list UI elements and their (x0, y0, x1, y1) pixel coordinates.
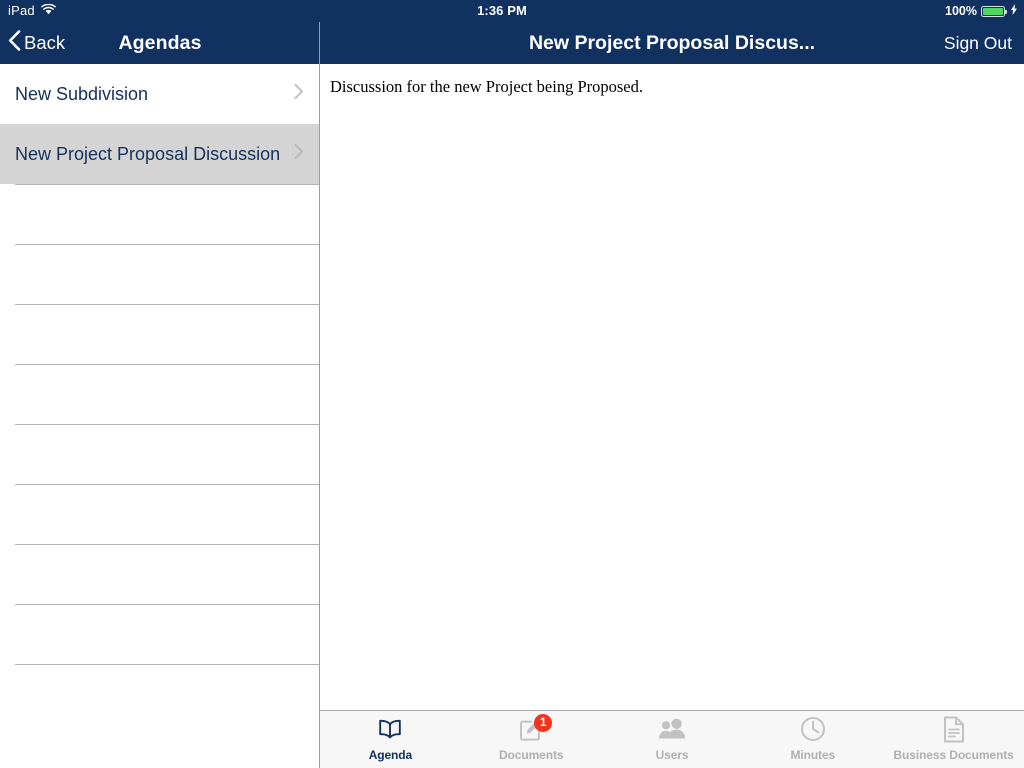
tab-icon-wrap (377, 718, 403, 746)
chevron-right-icon (294, 83, 304, 105)
lightning-bolt-icon (1011, 0, 1017, 22)
list-item-empty[interactable] (15, 424, 319, 484)
list-item-empty[interactable] (15, 484, 319, 544)
agenda-description-text: Discussion for the new Project being Pro… (330, 77, 643, 96)
status-bar-right: 100% (945, 0, 1017, 22)
list-item[interactable]: New Subdivision (0, 64, 319, 124)
battery-percent-label: 100% (945, 4, 977, 18)
chevron-right-icon (294, 143, 304, 165)
master-navigation-bar: Back Agendas (0, 22, 319, 64)
status-bar-clock: 1:36 PM (477, 3, 527, 18)
tab-agenda[interactable]: Agenda (320, 711, 461, 768)
agenda-list[interactable]: New Subdivision New Project Proposal Dis… (0, 64, 319, 724)
tab-label: Users (655, 747, 689, 762)
list-item[interactable]: New Project Proposal Discussion (0, 124, 319, 184)
tab-icon-wrap (943, 716, 965, 748)
document-icon (943, 716, 965, 748)
app-root: iPad 1:36 PM 100% Back Agendas New Subdi… (0, 0, 1024, 768)
book-icon (377, 719, 403, 744)
list-item-label: New Subdivision (15, 83, 149, 104)
tab-icon-wrap (800, 716, 826, 747)
tab-label: Business Documents (893, 747, 1014, 762)
users-icon (658, 718, 686, 745)
battery-fill (983, 7, 1003, 15)
documents-badge: 1 (534, 713, 553, 732)
list-item-label: New Project Proposal Discussion (15, 143, 281, 164)
tab-label: Documents (498, 747, 564, 762)
tab-users[interactable]: Users (602, 711, 743, 768)
list-item-empty[interactable] (15, 244, 319, 304)
list-item-empty[interactable] (15, 364, 319, 424)
tab-label: Agenda (368, 747, 413, 762)
clock-icon (800, 716, 826, 747)
list-item-empty[interactable] (15, 664, 319, 724)
detail-pane: New Project Proposal Discus... Sign Out … (320, 22, 1024, 768)
master-pane-title: Agendas (118, 32, 202, 54)
list-item-empty[interactable] (15, 604, 319, 664)
list-item-empty[interactable] (15, 304, 319, 364)
tab-documents[interactable]: 1 Documents (461, 711, 602, 768)
tab-bar: Agenda 1 Documents Users Minutes Busines… (320, 710, 1024, 768)
tab-minutes[interactable]: Minutes (742, 711, 883, 768)
detail-content-area: Discussion for the new Project being Pro… (320, 64, 1024, 732)
battery-icon (981, 5, 1007, 17)
list-item-empty[interactable] (15, 184, 319, 244)
tab-label: Minutes (790, 747, 836, 762)
sign-out-button[interactable]: Sign Out (944, 22, 1012, 64)
master-pane: Back Agendas New Subdivision New Project… (0, 22, 320, 768)
tab-business-documents[interactable]: Business Documents (883, 711, 1024, 768)
status-bar: iPad 1:36 PM 100% (0, 0, 1024, 22)
tab-icon-wrap (658, 718, 686, 746)
page-title: New Project Proposal Discus... (528, 32, 816, 54)
tab-icon-wrap: 1 (518, 713, 553, 746)
detail-navigation-bar: New Project Proposal Discus... Sign Out (320, 22, 1024, 64)
list-item-empty[interactable] (15, 544, 319, 604)
